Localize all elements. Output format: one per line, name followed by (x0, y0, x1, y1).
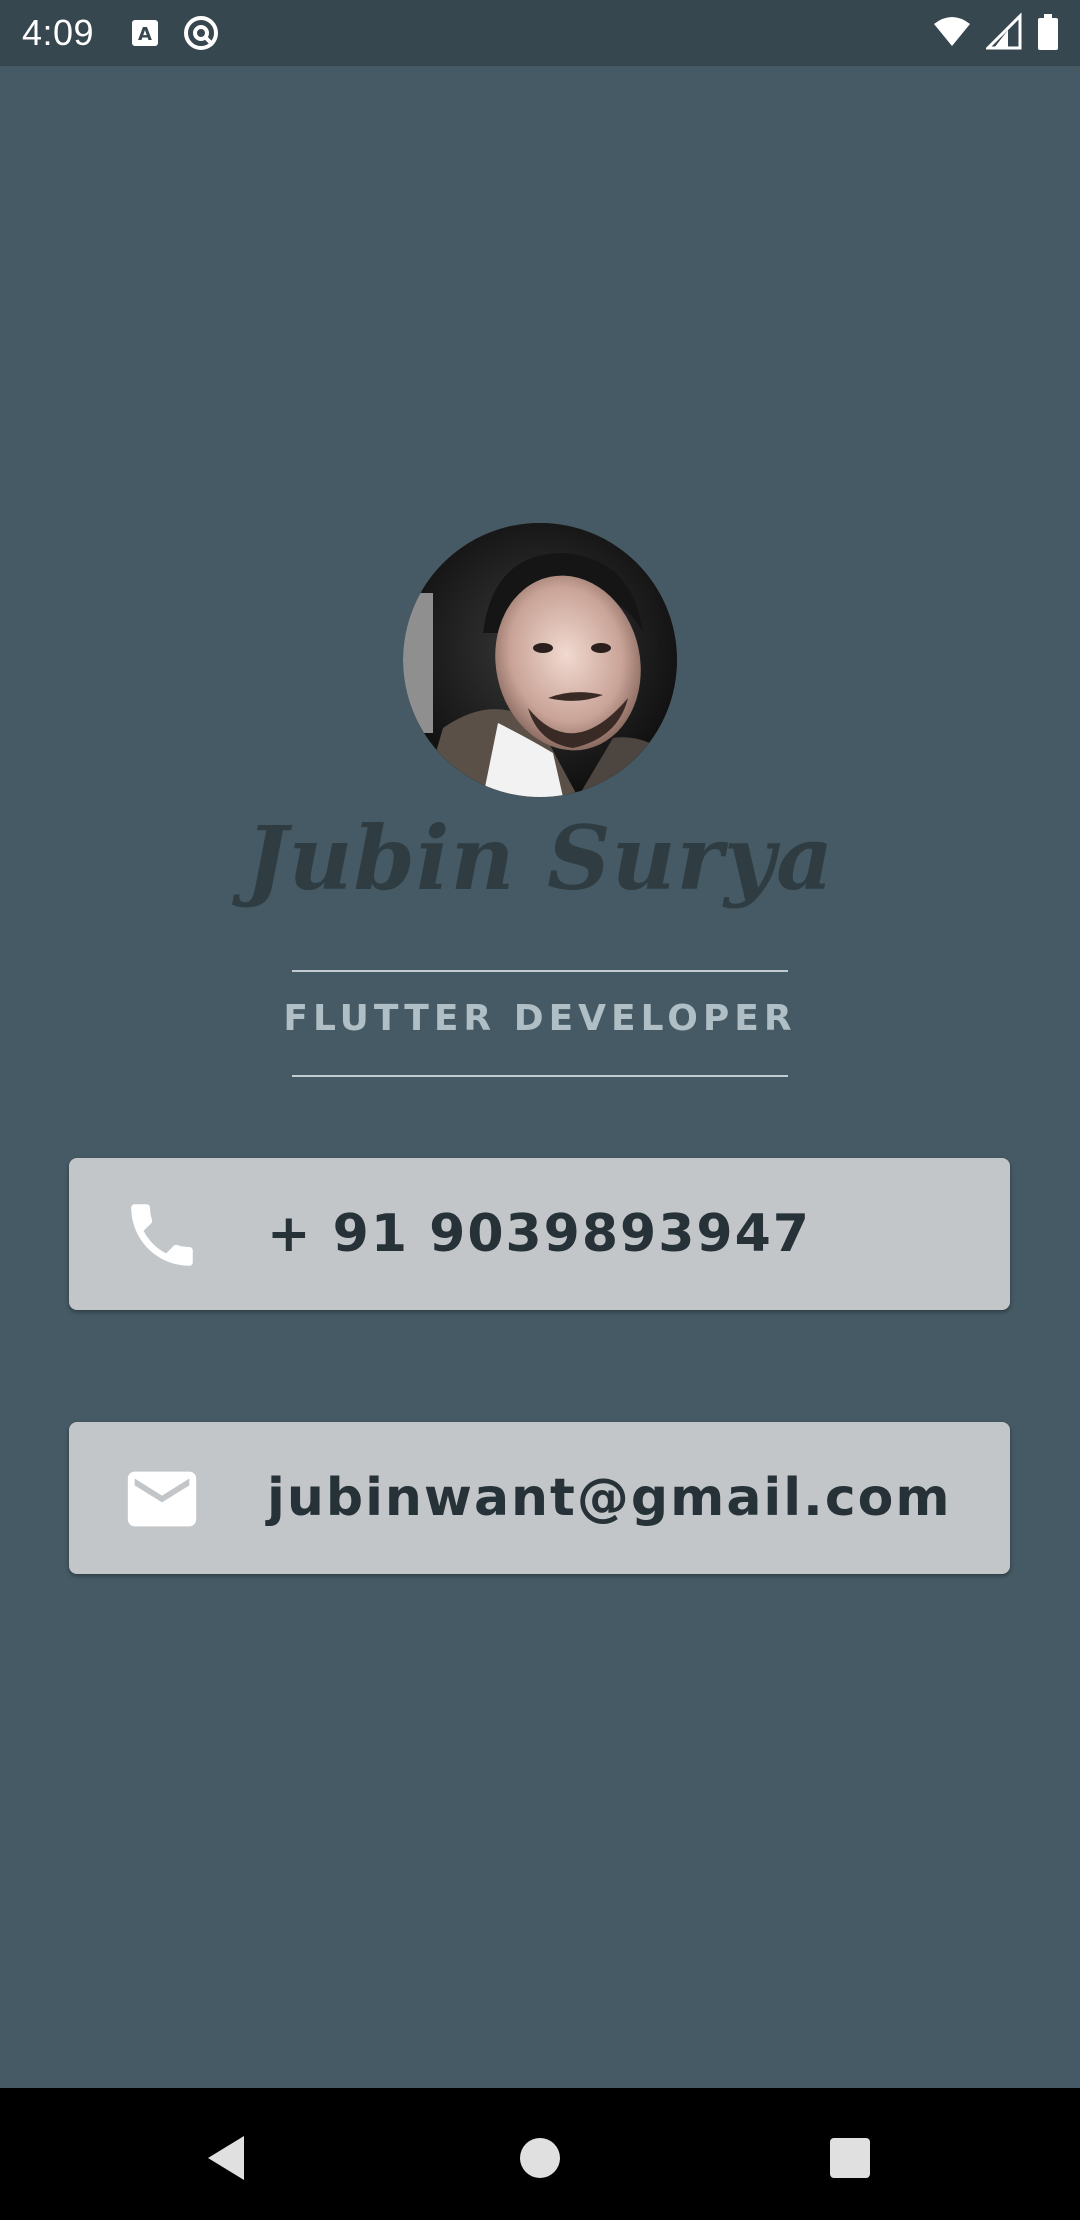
wifi-icon (932, 12, 972, 57)
home-button[interactable] (510, 2128, 570, 2188)
status-time: 4:09 (22, 12, 95, 53)
profile-photo-icon (403, 523, 677, 797)
text-a-notification-icon: A (130, 18, 160, 53)
email-card[interactable]: jubinwant@gmail.com (69, 1422, 1010, 1574)
phone-number: + 91 9039893947 (267, 1204, 811, 1264)
status-notification-icons: A (130, 14, 220, 57)
back-icon (208, 2136, 244, 2180)
status-system-icons (932, 12, 1060, 57)
navigation-bar (0, 2088, 1080, 2220)
recents-button[interactable] (820, 2128, 880, 2188)
title-divider-top (292, 970, 788, 972)
back-button[interactable] (196, 2128, 256, 2188)
at-sign-notification-icon (182, 14, 220, 57)
avatar (403, 523, 677, 797)
phone-card[interactable]: + 91 9039893947 (69, 1158, 1010, 1310)
mail-icon (121, 1458, 203, 1540)
recents-icon (830, 2138, 870, 2178)
status-bar: 4:09 A (0, 0, 1080, 66)
battery-icon (1036, 12, 1060, 57)
profile-name: Jubin Surya (245, 806, 835, 910)
profile-card-screen: Jubin Surya FLUTTER DEVELOPER + 91 90398… (0, 66, 1080, 2088)
email-address: jubinwant@gmail.com (267, 1468, 952, 1528)
cellular-signal-icon (984, 12, 1022, 57)
phone-icon (121, 1194, 203, 1276)
profile-title: FLUTTER DEVELOPER (283, 998, 797, 1039)
home-icon (520, 2138, 560, 2178)
title-divider-bottom (292, 1075, 788, 1077)
svg-text:A: A (138, 24, 152, 45)
